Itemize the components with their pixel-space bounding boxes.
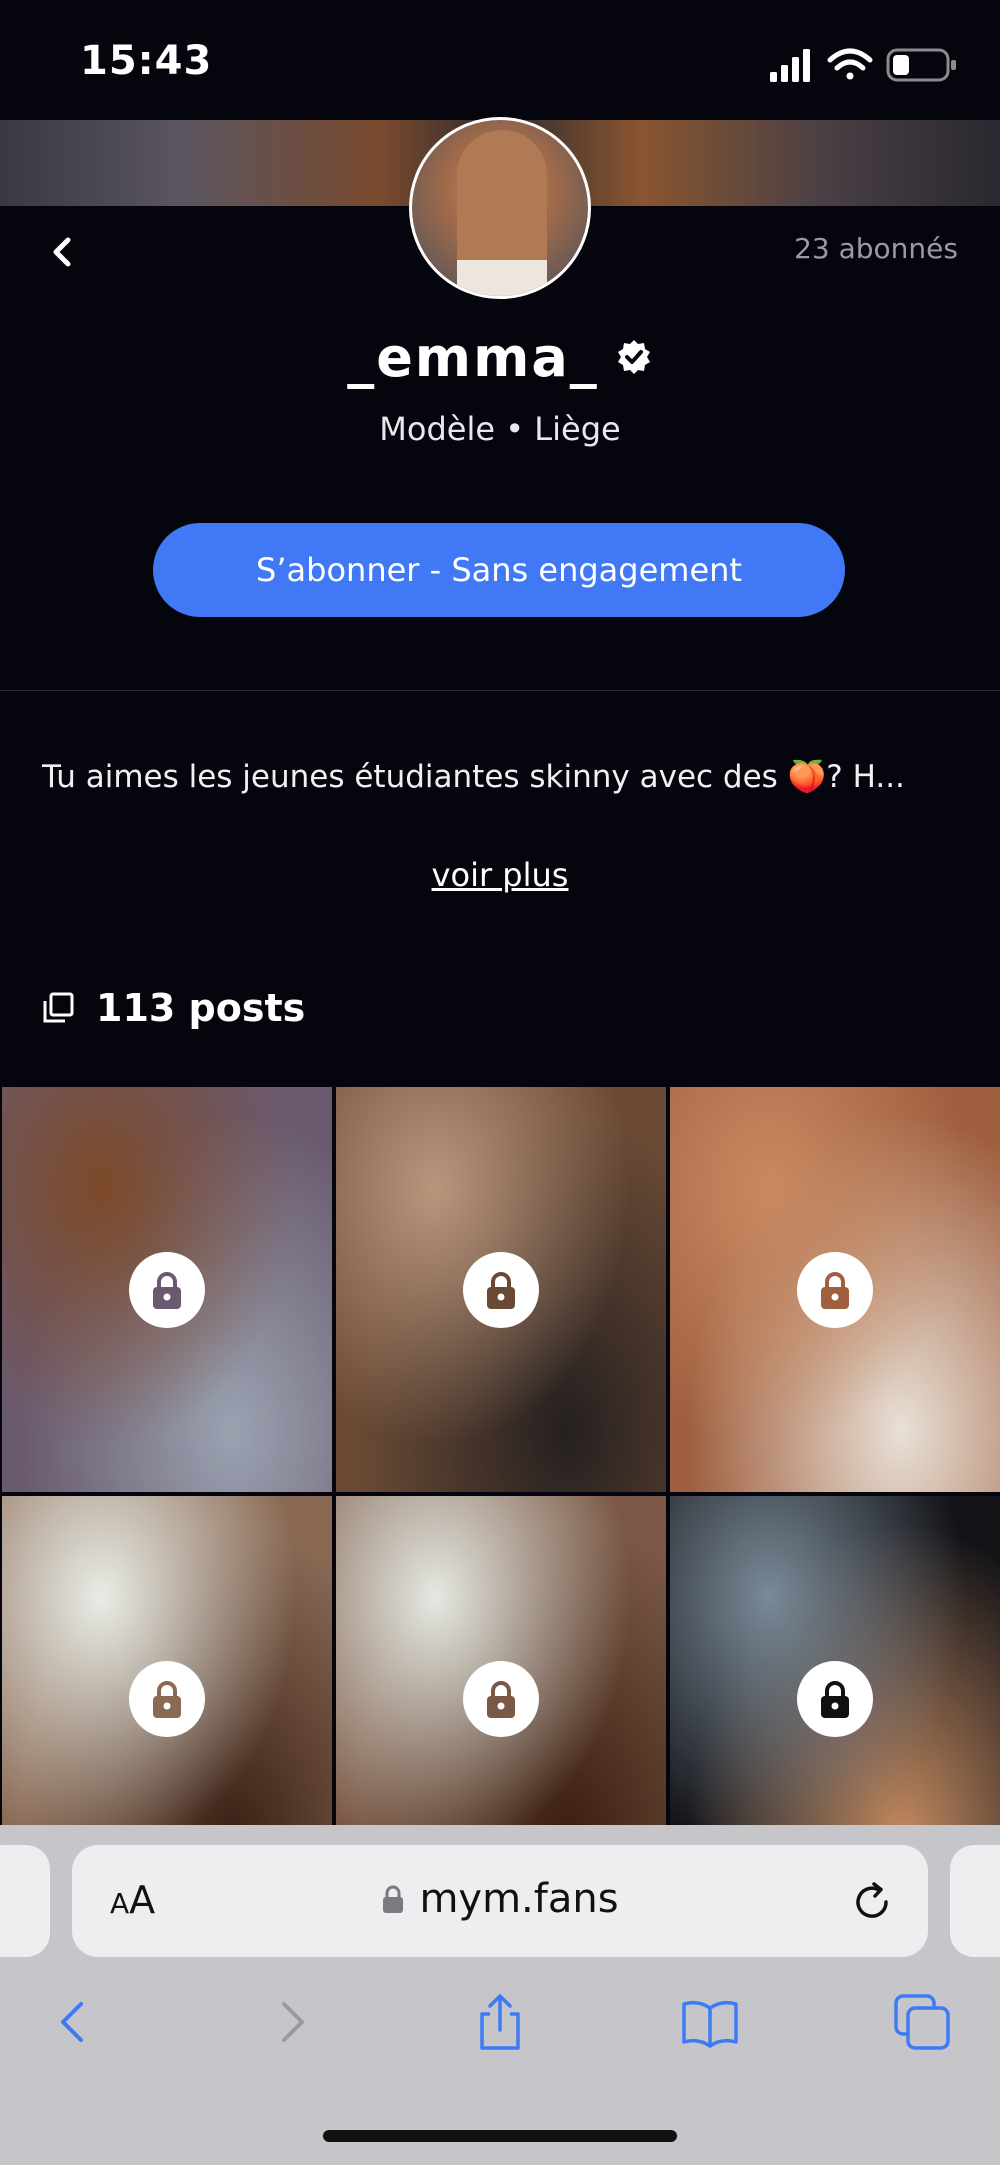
avatar[interactable]	[409, 117, 591, 299]
status-time: 15:43	[80, 38, 213, 84]
lock-icon	[797, 1251, 873, 1328]
back-chevron-icon[interactable]	[42, 232, 82, 272]
posts-stack-icon	[43, 992, 74, 1023]
wifi-icon	[827, 48, 873, 80]
home-indicator[interactable]	[323, 2130, 677, 2142]
lock-icon	[129, 1251, 205, 1328]
posts-grid	[0, 1085, 1000, 1901]
post-tile[interactable]	[336, 1087, 666, 1492]
url-text: mym.fans	[419, 1876, 619, 1922]
post-tile[interactable]	[2, 1087, 332, 1492]
reload-icon[interactable]	[850, 1880, 894, 1924]
lock-icon	[797, 1660, 873, 1737]
divider	[0, 690, 1000, 691]
post-tile[interactable]	[670, 1087, 1000, 1492]
subscribe-button[interactable]: S’abonner - Sans engagement	[153, 523, 845, 617]
share-icon[interactable]	[470, 1992, 530, 2052]
posts-header: 113 posts	[42, 980, 305, 1036]
verified-badge-icon	[617, 340, 650, 374]
see-more-link[interactable]: voir plus	[0, 856, 1000, 894]
browser-back-icon[interactable]	[45, 1992, 105, 2052]
lock-icon	[463, 1251, 539, 1328]
lock-icon	[463, 1660, 539, 1737]
profile-subtitle: Modèle • Liège	[379, 410, 621, 448]
subscriber-count: 23 abonnés	[794, 232, 958, 265]
secure-lock-icon	[383, 1885, 404, 1913]
tabs-icon[interactable]	[892, 1992, 952, 2052]
lock-icon	[129, 1660, 205, 1737]
battery-icon	[886, 48, 956, 82]
name-row: _emma_	[0, 322, 1000, 392]
bookmarks-icon[interactable]	[680, 1992, 740, 2052]
cellular-signal-icon	[770, 49, 810, 82]
bio-text: Tu aimes les jeunes étudiantes skinny av…	[42, 759, 905, 795]
status-icons	[770, 48, 956, 82]
posts-count: 113 posts	[96, 986, 306, 1030]
browser-forward-icon[interactable]	[260, 1992, 320, 2052]
username: _emma_	[347, 325, 599, 389]
